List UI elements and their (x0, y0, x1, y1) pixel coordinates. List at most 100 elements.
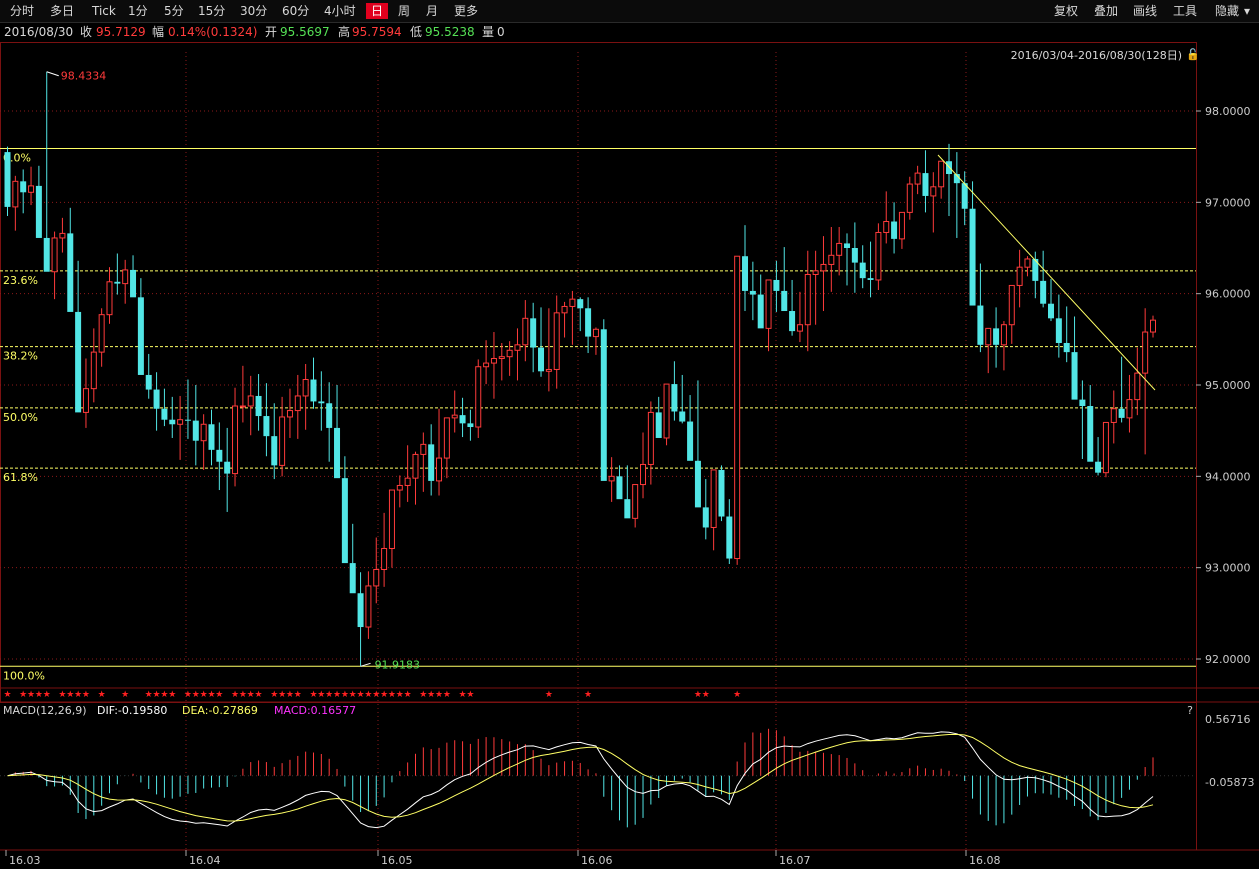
candle-body-down (208, 424, 215, 450)
candle-body-up (828, 254, 835, 265)
candle-body-down (789, 311, 796, 332)
candle-body-up (122, 269, 129, 285)
volume-value: 0 (497, 25, 505, 39)
period-tab-1[interactable]: 多日 (50, 3, 74, 19)
candle-body-down (1063, 342, 1070, 353)
period-tab-7[interactable]: 60分 (282, 3, 309, 19)
price-tick-label-3: 95.0000 (1205, 379, 1251, 392)
candle-body-up (938, 160, 945, 188)
candle-body-down (1048, 303, 1055, 319)
candle-body-down (1087, 406, 1094, 462)
close-value: 95.7129 (96, 25, 146, 39)
period-tab-2[interactable]: Tick (92, 3, 116, 19)
candle-body-up (1016, 266, 1023, 286)
low-label: 低 (410, 25, 423, 39)
period-tab-10[interactable]: 周 (398, 3, 410, 19)
candle-body-down (334, 427, 341, 479)
period-tab-6[interactable]: 30分 (240, 3, 267, 19)
candle-body-down (655, 412, 662, 438)
signal-star: ★ (443, 690, 451, 700)
candle-body-up (412, 453, 419, 479)
signal-star: ★ (215, 690, 223, 700)
candle-body-down (867, 278, 874, 280)
candle-body-down (624, 499, 631, 519)
signal-star: ★ (702, 690, 710, 700)
fib-label-4: 61.8% (3, 471, 38, 484)
signal-star: ★ (168, 690, 176, 700)
candle-body-down (538, 347, 545, 372)
period-tab-3[interactable]: 1分 (128, 3, 148, 19)
period-tab-0[interactable]: 分时 (10, 3, 34, 19)
candle-body-up (906, 183, 913, 213)
candle-body-up (647, 411, 654, 465)
candle-body-down (1040, 280, 1047, 304)
candle-body-up (106, 281, 113, 316)
candle-body-up (373, 568, 380, 587)
candle-body-up (569, 298, 576, 307)
tool-3[interactable]: 工具 (1173, 3, 1197, 19)
candle-body-up (498, 356, 505, 360)
open-label: 开 (265, 25, 278, 39)
candle-body-up (404, 477, 411, 486)
candle-body-down (757, 294, 764, 329)
signal-star: ★ (294, 690, 302, 700)
period-tab-9[interactable]: 日 (366, 3, 388, 19)
price-tick-label-6: 92.0000 (1205, 653, 1251, 666)
candle-body-down (341, 478, 348, 564)
candle-body-up (804, 273, 811, 326)
signal-star: ★ (121, 690, 129, 700)
candle-body-down (781, 290, 788, 312)
signal-star: ★ (98, 690, 106, 700)
dif-line (7, 731, 1154, 829)
tool-4[interactable]: 隐藏 (1215, 3, 1239, 19)
candle-body-up (506, 349, 513, 358)
period-tab-4[interactable]: 5分 (164, 3, 184, 19)
signal-star: ★ (733, 690, 741, 700)
candle-body-down (616, 476, 623, 500)
range-label: 2016/03/04-2016/08/30(128日) (1011, 49, 1182, 62)
candle-body-down (4, 152, 11, 207)
candle-body-down (749, 290, 756, 295)
macd-dea-label: DEA:-0.27869 (182, 704, 258, 717)
macd-dif-label: DIF:-0.19580 (97, 704, 167, 717)
tool-0[interactable]: 复权 (1054, 3, 1078, 19)
change-value: 0.14%(0.1324) (168, 25, 258, 39)
quote-date: 2016/08/30 (4, 25, 74, 39)
candle-body-up (820, 263, 827, 272)
candle-body-down (718, 469, 725, 517)
candle-body-up (365, 585, 372, 628)
quote-info-row: 2016/08/30 收 95.7129 幅 0.14%(0.1324) 开 9… (0, 23, 1259, 41)
price-tick-label-4: 94.0000 (1205, 470, 1251, 483)
kline-chart[interactable]: 98.0000 97.0000 96.0000 95.0000 94.0000 93.00… (0, 42, 1259, 869)
candle-body-up (514, 344, 521, 351)
candle-body-down (35, 185, 42, 238)
candle-body-down (773, 279, 780, 291)
candle-body-down (679, 411, 686, 422)
candle-body-down (671, 384, 678, 412)
hide-chevron-icon[interactable]: ▾ (1244, 3, 1250, 19)
candle-body-down (1095, 461, 1102, 473)
signal-star: ★ (404, 690, 412, 700)
candle-body-up (12, 180, 19, 208)
signal-star: ★ (43, 690, 51, 700)
tool-2[interactable]: 画线 (1133, 3, 1157, 19)
tool-1[interactable]: 叠加 (1094, 3, 1118, 19)
period-tab-8[interactable]: 4小时 (324, 3, 356, 19)
date-tick-label-0: 16.03 (9, 854, 41, 867)
candle-body-up (553, 312, 560, 370)
candle-body-up (90, 351, 97, 390)
period-tab-12[interactable]: 更多 (454, 3, 478, 19)
candle-body-down (577, 299, 584, 309)
candle-body-up (1150, 319, 1156, 333)
candle-body-up (483, 362, 490, 368)
candle-body-down (271, 436, 278, 466)
candle-body-up (930, 186, 937, 197)
candle-body-up (247, 395, 254, 407)
candle-body-up (632, 484, 639, 519)
candle-body-up (883, 221, 890, 233)
candle-body-down (357, 593, 364, 628)
candle-body-up (388, 489, 395, 549)
macd-value-label: MACD:0.16577 (274, 704, 356, 717)
period-tab-11[interactable]: 月 (426, 3, 438, 19)
period-tab-5[interactable]: 15分 (198, 3, 225, 19)
